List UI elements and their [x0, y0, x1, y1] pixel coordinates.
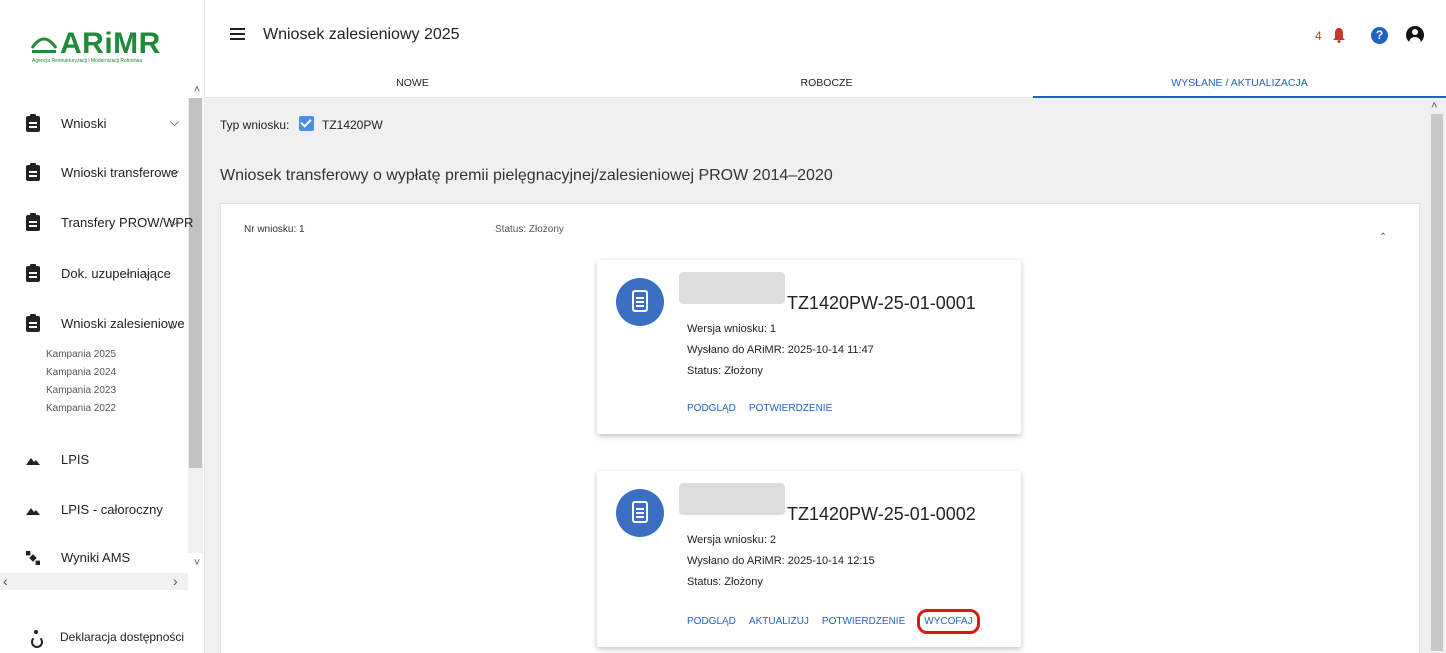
- application-panel: Nr wniosku: 1 Status: Złożony ‸ TZ1420PW…: [220, 203, 1420, 653]
- application-card: TZ1420PW-25-01-0002 Wersja wniosku: 2 Wy…: [597, 471, 1021, 647]
- wheelchair-icon: [30, 630, 43, 648]
- notification-count: 4: [1315, 29, 1322, 43]
- confirmation-button[interactable]: POTWIERDZENIE: [749, 403, 832, 414]
- sidebar-item-wnioski-transferowe[interactable]: Wnioski transferowe ⌵: [0, 153, 188, 193]
- sidebar-item-label: LPIS: [61, 452, 90, 467]
- main-scrollbar-thumb[interactable]: [1431, 114, 1443, 651]
- application-card: TZ1420PW-25-01-0001 Wersja wniosku: 1 Wy…: [597, 260, 1021, 434]
- application-status: Status: Złożony: [495, 224, 564, 235]
- scroll-up-icon[interactable]: ˄: [1431, 100, 1437, 112]
- help-icon[interactable]: ?: [1371, 27, 1388, 44]
- sidebar-item-wnioski-zalesieniowe[interactable]: Wnioski zalesieniowe ‸: [0, 304, 188, 344]
- card-actions: PODGLĄD AKTUALIZUJ POTWIERDZENIE WYCOFAJ: [687, 609, 986, 634]
- accessibility-label: Deklaracja dostępności: [60, 630, 185, 644]
- clipboard-icon: [26, 114, 40, 132]
- mountain-icon: [26, 508, 40, 515]
- sidebar-item-wnioski[interactable]: Wnioski ⌵: [0, 104, 188, 144]
- logo-wordmark: ARiMR: [30, 27, 161, 61]
- panel-header[interactable]: Nr wniosku: 1 Status: Złożony ‸: [221, 204, 1419, 250]
- card-version: Wersja wniosku: 1: [687, 323, 777, 335]
- clipboard-icon: [26, 213, 40, 231]
- confirmation-button[interactable]: POTWIERDZENIE: [822, 616, 905, 627]
- logo-text: ARiMR: [60, 27, 161, 60]
- sidebar-subitem-kampania-2024[interactable]: Kampania 2024: [46, 367, 116, 378]
- chevron-up-icon[interactable]: ‸: [1381, 221, 1385, 235]
- withdraw-button[interactable]: WYCOFAJ: [917, 609, 980, 634]
- main-scrollbar[interactable]: ˄: [1428, 98, 1446, 653]
- sidebar-item-lpis[interactable]: LPIS: [0, 440, 188, 480]
- tab-nowe[interactable]: NOWE: [205, 68, 620, 98]
- sidebar-horizontal-scrollbar[interactable]: ‹ ›: [0, 573, 188, 590]
- menu-icon[interactable]: [230, 28, 245, 40]
- document-icon: [616, 489, 664, 537]
- card-title: TZ1420PW-25-01-0001: [787, 293, 976, 313]
- clipboard-icon: [26, 314, 40, 332]
- scroll-left-icon[interactable]: ‹: [3, 573, 8, 589]
- sidebar-subitem-kampania-2022[interactable]: Kampania 2022: [46, 403, 116, 414]
- sidebar-scrollbar-thumb[interactable]: [189, 98, 202, 468]
- type-label: Typ wniosku:: [220, 118, 290, 132]
- sidebar-item-label: Wyniki AMS: [61, 550, 131, 565]
- chevron-down-icon: ⌵: [170, 214, 180, 228]
- user-account-icon[interactable]: [1406, 26, 1424, 44]
- scroll-down-icon[interactable]: ˅: [191, 557, 203, 569]
- card-sent-date: Wysłano do ARiMR: 2025-10-14 12:15: [687, 555, 875, 567]
- tab-robocze[interactable]: ROBOCZE: [620, 68, 1033, 98]
- sidebar-subitem-kampania-2025[interactable]: Kampania 2025: [46, 349, 116, 360]
- preview-button[interactable]: PODGLĄD: [687, 616, 736, 627]
- sidebar-item-label: Dok. uzupełniające: [61, 266, 171, 281]
- card-version: Wersja wniosku: 2: [687, 534, 777, 546]
- card-status: Status: Złożony: [687, 365, 763, 377]
- sidebar-subitem-kampania-2023[interactable]: Kampania 2023: [46, 385, 116, 396]
- preview-button[interactable]: PODGLĄD: [687, 403, 736, 414]
- sidebar-item-label: Wnioski zalesieniowe: [61, 316, 185, 331]
- sidebar-item-label: LPIS - całoroczny: [61, 502, 163, 517]
- document-icon: [616, 278, 664, 326]
- sidebar: ARiMR Agencja Restrukturyzacji i Moderni…: [0, 0, 205, 653]
- card-title: TZ1420PW-25-01-0002: [787, 504, 976, 524]
- card-status: Status: Złożony: [687, 576, 763, 588]
- chevron-down-icon: ⌵: [170, 164, 180, 178]
- chevron-down-icon: ⌵: [143, 265, 153, 279]
- logo-subtitle: Agencja Restrukturyzacji i Modernizacji …: [32, 58, 143, 64]
- top-bar: Wniosek zalesieniowy 2025 4 ? NOWE ROBOC…: [205, 0, 1446, 98]
- tab-wyslane-aktualizacja[interactable]: WYSŁANE / AKTUALIZACJA: [1033, 68, 1446, 98]
- sidebar-item-wyniki-ams[interactable]: Wyniki AMS: [0, 538, 188, 578]
- scroll-up-icon[interactable]: ˄: [191, 84, 203, 96]
- mountain-icon: [26, 458, 40, 465]
- chevron-up-icon: ‸: [170, 315, 175, 329]
- page-title: Wniosek zalesieniowy 2025: [263, 26, 460, 43]
- sidebar-item-label: Wnioski transferowe: [61, 165, 179, 180]
- scroll-right-icon[interactable]: ›: [173, 573, 178, 589]
- redacted-name: [679, 483, 785, 515]
- type-checkbox[interactable]: [299, 116, 314, 131]
- update-button[interactable]: AKTUALIZUJ: [749, 616, 809, 627]
- sidebar-item-label: Wnioski: [61, 116, 107, 131]
- sidebar-item-transfery[interactable]: Transfery PROW/WPR ⌵: [0, 203, 193, 243]
- application-number: Nr wniosku: 1: [244, 224, 305, 235]
- clipboard-icon: [26, 163, 40, 181]
- sidebar-item-dok-uzupelniajace[interactable]: Dok. uzupełniające ⌵: [0, 254, 188, 294]
- bell-icon[interactable]: [1332, 27, 1346, 43]
- type-value: TZ1420PW: [322, 118, 383, 132]
- clipboard-icon: [26, 264, 40, 282]
- arimr-logo[interactable]: ARiMR Agencja Restrukturyzacji i Moderni…: [30, 24, 180, 70]
- redacted-name: [679, 272, 785, 304]
- sidebar-item-lpis-caloroczny[interactable]: LPIS - całoroczny: [0, 490, 188, 530]
- main-content: Typ wniosku: TZ1420PW Wniosek transferow…: [205, 98, 1428, 653]
- chevron-down-icon: ⌵: [170, 115, 180, 129]
- satellite-icon: [26, 551, 40, 565]
- card-actions: PODGLĄD POTWIERDZENIE: [687, 403, 845, 414]
- logo-roof-icon: [30, 28, 58, 56]
- section-title: Wniosek transferowy o wypłatę premii pie…: [220, 167, 833, 184]
- card-sent-date: Wysłano do ARiMR: 2025-10-14 11:47: [687, 344, 874, 356]
